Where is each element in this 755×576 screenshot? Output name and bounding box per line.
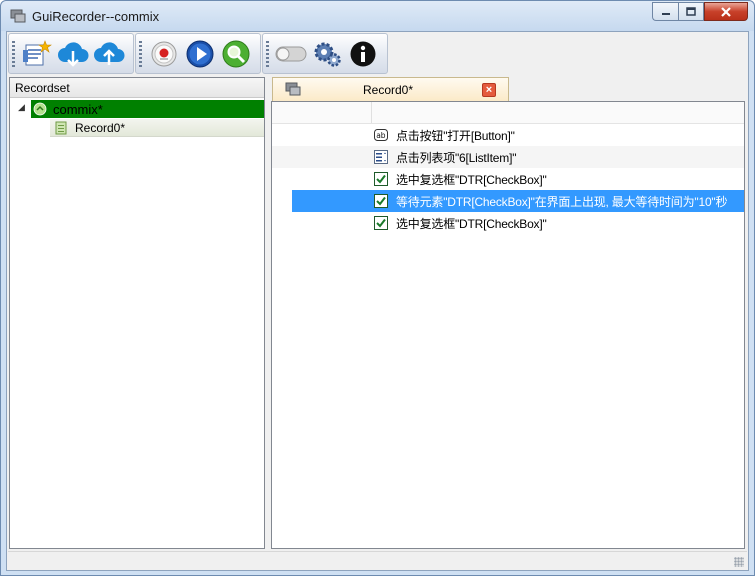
- checkbox-icon: [374, 172, 388, 186]
- close-icon: [721, 6, 731, 17]
- toolbar: [8, 33, 389, 74]
- title-bar[interactable]: GuiRecorder--commix: [1, 1, 754, 31]
- step-text: 选中复选框"DTR[CheckBox]": [396, 172, 547, 187]
- listitem-icon: [374, 150, 388, 164]
- toolbar-group-record: [135, 33, 261, 74]
- record-icon: [151, 41, 177, 66]
- app-window: GuiRecorder--commix Recordset ◢ commix* …: [0, 0, 755, 576]
- step-text: 点击列表项"6[ListItem]": [396, 150, 517, 165]
- project-icon: [33, 102, 47, 116]
- inspect-icon: [222, 40, 250, 67]
- checkbox-icon: [374, 216, 388, 230]
- settings-icon: [314, 42, 341, 67]
- inspect-button[interactable]: [218, 37, 254, 71]
- tree-item-commix[interactable]: commix*: [31, 100, 264, 118]
- upload-button[interactable]: [91, 37, 127, 71]
- recordset-panel: Recordset ◢ commix* Record0*: [9, 77, 265, 549]
- maximize-icon: [686, 7, 696, 16]
- app-icon: [10, 9, 26, 23]
- step-row[interactable]: ab 点击按钮"打开[Button]": [372, 124, 744, 146]
- maximize-button[interactable]: [678, 2, 704, 21]
- info-icon: [350, 41, 376, 66]
- toggle-icon: [275, 46, 307, 61]
- play-button[interactable]: [182, 37, 218, 71]
- tab-record0[interactable]: Record0* ×: [272, 77, 509, 101]
- tree-item-label: Record0*: [75, 120, 126, 135]
- record-file-icon: [55, 121, 67, 134]
- button-ab-icon: ab: [374, 129, 388, 141]
- step-row-selected[interactable]: 等待元素"DTR[CheckBox]"在界面上出现, 最大等待时间为"10"秒: [372, 190, 744, 212]
- resize-grip-icon[interactable]: [734, 557, 744, 567]
- info-button[interactable]: [345, 37, 381, 71]
- download-button[interactable]: [55, 37, 91, 71]
- step-row[interactable]: 选中复选框"DTR[CheckBox]": [372, 212, 744, 234]
- toolbar-group-settings: [262, 33, 388, 74]
- document-icon: [285, 82, 301, 96]
- tree-item-record0[interactable]: Record0*: [50, 119, 264, 137]
- window-title: GuiRecorder--commix: [32, 9, 160, 24]
- tree-item-label: commix*: [53, 101, 103, 117]
- steps-list-header: [272, 102, 744, 124]
- step-row[interactable]: 点击列表项"6[ListItem]": [372, 146, 744, 168]
- recordset-header: Recordset: [10, 78, 264, 98]
- caption-buttons: [652, 2, 748, 22]
- svg-text:ab: ab: [376, 131, 386, 140]
- status-bar: [8, 551, 747, 570]
- toolbar-grip[interactable]: [139, 40, 142, 67]
- step-text: 点击按钮"打开[Button]": [396, 128, 515, 143]
- upload-cloud-icon: [94, 41, 125, 65]
- tab-close-button[interactable]: ×: [482, 83, 496, 97]
- new-record-button[interactable]: [19, 37, 55, 71]
- step-text: 选中复选框"DTR[CheckBox]": [396, 216, 547, 231]
- new-record-icon: [23, 39, 52, 65]
- column-separator[interactable]: [371, 102, 372, 123]
- steps-list: ab 点击按钮"打开[Button]" 点击列表项"6[ListItem]" 选…: [271, 101, 745, 549]
- minimize-icon: [661, 12, 670, 15]
- checkbox-icon: [374, 194, 388, 208]
- record-button[interactable]: [146, 37, 182, 71]
- settings-button[interactable]: [309, 37, 345, 71]
- step-text: 等待元素"DTR[CheckBox]"在界面上出现, 最大等待时间为"10"秒: [396, 194, 728, 209]
- toolbar-grip[interactable]: [12, 40, 15, 67]
- close-button[interactable]: [704, 2, 748, 21]
- client-area: Recordset ◢ commix* Record0* Record0* × …: [6, 31, 749, 571]
- minimize-button[interactable]: [652, 2, 678, 21]
- toolbar-group-file: [8, 33, 134, 74]
- editor-panel: Record0* × ab 点击按钮"打开[Button]" 点击列表项"6[L…: [271, 77, 745, 549]
- toolbar-grip[interactable]: [266, 40, 269, 67]
- download-cloud-icon: [58, 41, 89, 67]
- toggle-button[interactable]: [273, 37, 309, 71]
- tab-label: Record0*: [363, 83, 414, 97]
- play-icon: [186, 40, 214, 67]
- tree-expand-toggle-icon[interactable]: ◢: [18, 102, 25, 113]
- step-row[interactable]: 选中复选框"DTR[CheckBox]": [372, 168, 744, 190]
